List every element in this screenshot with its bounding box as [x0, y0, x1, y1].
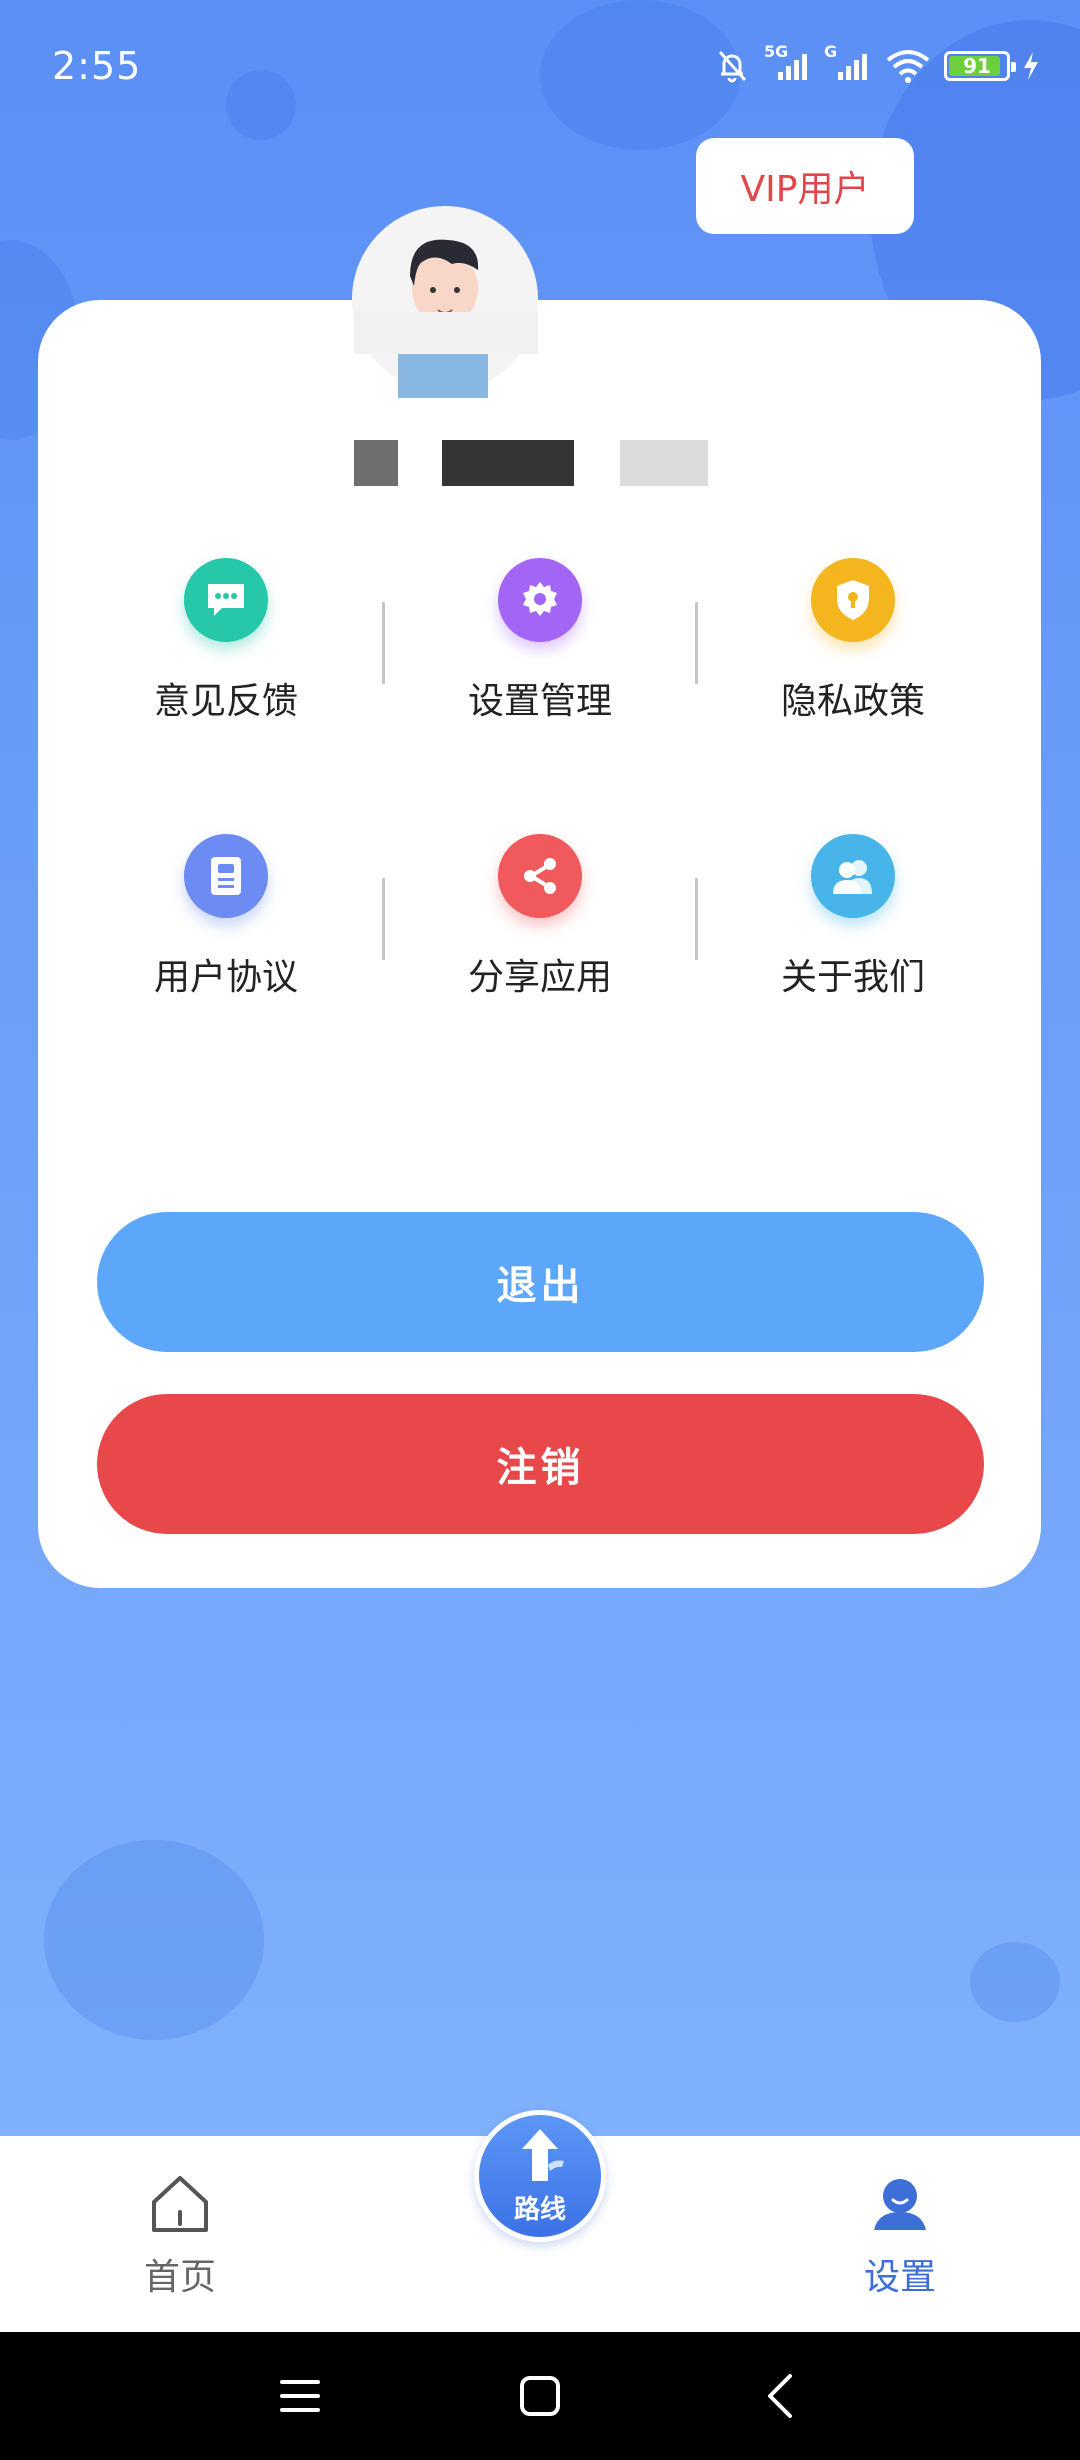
user-agreement-item[interactable]: 用户协议 — [96, 828, 356, 1000]
grid-divider — [382, 878, 385, 960]
logout-button[interactable]: 退出 — [97, 1212, 984, 1352]
tab-settings[interactable]: 设置 — [800, 2172, 1000, 2300]
share-app-item[interactable]: 分享应用 — [410, 828, 670, 1000]
privacy-policy-item[interactable]: 隐私政策 — [723, 552, 983, 724]
redacted-block — [442, 440, 574, 486]
signal-5g-icon: 5G — [764, 42, 812, 84]
deregister-button[interactable]: 注销 — [97, 1394, 984, 1534]
settings-management-label: 设置管理 — [467, 681, 612, 722]
share-app-label: 分享应用 — [467, 957, 612, 998]
route-arrow-icon — [522, 2129, 564, 2181]
system-nav-bar — [0, 2332, 1080, 2460]
decorative-bubble — [44, 1840, 264, 2040]
privacy-policy-label: 隐私政策 — [780, 681, 925, 722]
user-agreement-label: 用户协议 — [153, 957, 298, 998]
grid-divider — [382, 602, 385, 684]
message-dots-icon — [184, 558, 268, 642]
settings-management-item[interactable]: 设置管理 — [410, 552, 670, 724]
status-time: 2:55 — [52, 44, 142, 88]
tab-home-label: 首页 — [143, 2257, 216, 2298]
about-us-label: 关于我们 — [780, 957, 925, 998]
charging-icon — [1024, 52, 1038, 80]
battery-level: 91 — [963, 54, 991, 78]
status-bar: 2:55 5G G 91 — [0, 0, 1080, 136]
redacted-block — [620, 440, 708, 486]
home-icon — [152, 2176, 208, 2232]
signal-g-icon: G — [824, 42, 872, 84]
bell-muted-icon — [718, 51, 747, 83]
shield-lock-icon — [811, 558, 895, 642]
share-icon — [498, 834, 582, 918]
back-icon[interactable] — [760, 2372, 800, 2420]
user-info-redacted — [0, 440, 1080, 486]
user-profile-icon — [874, 2179, 926, 2230]
home-button-icon[interactable] — [518, 2374, 562, 2418]
settings-screen: 2:55 5G G 91 VIP用户 意见反馈 设置管理 隐私政策 用户协议 分… — [0, 0, 1080, 2460]
feedback-label: 意见反馈 — [153, 681, 298, 722]
menu-icon[interactable] — [278, 2376, 322, 2416]
route-button[interactable]: 路线 — [474, 2110, 606, 2242]
decorative-bubble — [970, 1942, 1060, 2022]
grid-divider — [695, 602, 698, 684]
vip-badge[interactable]: VIP用户 — [696, 138, 914, 234]
tab-home[interactable]: 首页 — [80, 2172, 280, 2300]
about-us-item[interactable]: 关于我们 — [723, 828, 983, 1000]
status-icons: 5G G 91 — [712, 42, 1040, 86]
users-icon — [811, 834, 895, 918]
feedback-item[interactable]: 意见反馈 — [96, 552, 356, 724]
grid-divider — [695, 878, 698, 960]
document-icon — [184, 834, 268, 918]
battery-indicator: 91 — [944, 51, 1016, 81]
avatar-base — [354, 312, 538, 354]
redacted-block — [354, 440, 398, 486]
avatar-username-redacted — [398, 354, 488, 398]
wifi-icon — [886, 50, 930, 83]
tab-settings-label: 设置 — [863, 2257, 936, 2298]
route-label: 路线 — [513, 2195, 566, 2225]
gear-icon — [498, 558, 582, 642]
